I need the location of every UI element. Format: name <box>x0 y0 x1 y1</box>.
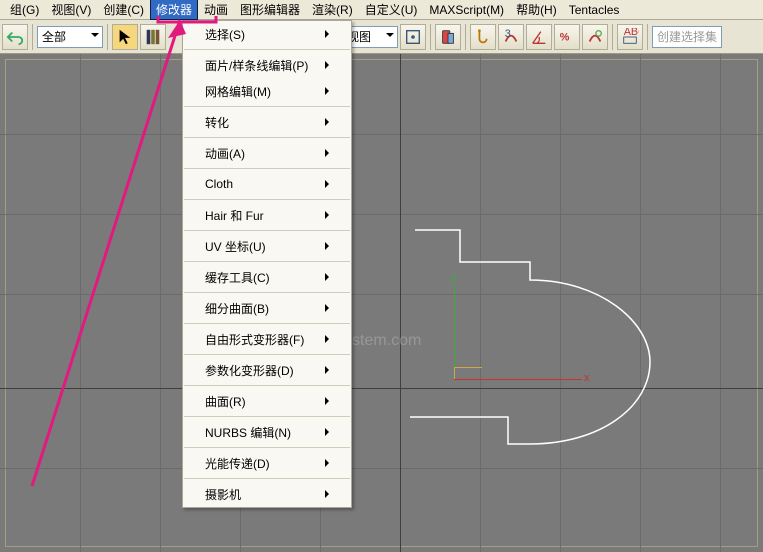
chevron-right-icon <box>325 366 333 374</box>
chevron-right-icon <box>325 304 333 312</box>
dd-nurbs-edit[interactable]: NURBS 编辑(N) <box>183 419 351 445</box>
grid-line <box>720 54 721 552</box>
toolbar-separator <box>32 24 33 50</box>
gizmo-xy-plane[interactable] <box>454 367 482 379</box>
menu-customize[interactable]: 自定义(U) <box>359 0 424 20</box>
toolbar-separator <box>430 24 431 50</box>
chevron-right-icon <box>325 273 333 281</box>
menu-separator <box>184 416 350 417</box>
angle-snap-toggle[interactable] <box>526 24 552 50</box>
dd-select[interactable]: 选择(S) <box>183 21 351 47</box>
named-selection-placeholder: 创建选择集 <box>657 28 717 45</box>
chevron-right-icon <box>325 180 333 188</box>
menu-separator <box>184 478 350 479</box>
menu-separator <box>184 49 350 50</box>
grid-line <box>0 134 763 135</box>
menu-separator <box>184 199 350 200</box>
menu-create[interactable]: 创建(C) <box>97 0 150 20</box>
dd-freeform-deform[interactable]: 自由形式变形器(F) <box>183 326 351 352</box>
menu-modifiers[interactable]: 修改器 <box>150 0 198 20</box>
chevron-right-icon <box>325 459 333 467</box>
drawn-spline <box>400 222 680 452</box>
menu-view[interactable]: 视图(V) <box>45 0 97 20</box>
grid-line <box>160 54 161 552</box>
dd-cloth[interactable]: Cloth <box>183 171 351 197</box>
chevron-right-icon <box>325 335 333 343</box>
dd-parametric-deform[interactable]: 参数化变形器(D) <box>183 357 351 383</box>
toolbar-separator <box>647 24 648 50</box>
chevron-right-icon <box>325 118 333 126</box>
menu-render[interactable]: 渲染(R) <box>306 0 359 20</box>
chevron-right-icon <box>325 490 333 498</box>
menu-help[interactable]: 帮助(H) <box>510 0 563 20</box>
dd-animation[interactable]: 动画(A) <box>183 140 351 166</box>
chevron-right-icon <box>325 61 333 69</box>
menu-maxscript[interactable]: MAXScript(M) <box>423 1 510 19</box>
dd-radiosity[interactable]: 光能传递(D) <box>183 450 351 476</box>
menubar: 组(G) 视图(V) 创建(C) 修改器 动画 图形编辑器 渲染(R) 自定义(… <box>0 0 763 20</box>
chevron-right-icon <box>325 149 333 157</box>
menu-separator <box>184 168 350 169</box>
dd-mesh-edit[interactable]: 网格编辑(M) <box>183 78 351 104</box>
dd-uv-coords[interactable]: UV 坐标(U) <box>183 233 351 259</box>
selection-filter-dropdown[interactable]: 全部 <box>37 26 103 48</box>
chevron-right-icon <box>325 242 333 250</box>
gizmo-y-label: y <box>451 272 457 284</box>
undo-button[interactable] <box>2 24 28 50</box>
dd-convert[interactable]: 转化 <box>183 109 351 135</box>
menu-separator <box>184 354 350 355</box>
chevron-right-icon <box>325 211 333 219</box>
chevron-right-icon <box>325 87 333 95</box>
svg-text:3: 3 <box>505 28 511 40</box>
spinner-snap-toggle[interactable] <box>582 24 608 50</box>
menu-tentacles[interactable]: Tentacles <box>563 1 626 19</box>
select-cursor-button[interactable] <box>112 24 138 50</box>
grid-line <box>0 468 763 469</box>
menu-group[interactable]: 组(G) <box>4 0 45 20</box>
color-swatch-button[interactable] <box>140 24 166 50</box>
gizmo-x-axis[interactable] <box>454 379 582 380</box>
pivot-button[interactable] <box>400 24 426 50</box>
dd-cache-tools[interactable]: 缓存工具(C) <box>183 264 351 290</box>
menu-separator <box>184 447 350 448</box>
modifiers-dropdown: 选择(S) 面片/样条线编辑(P) 网格编辑(M) 转化 动画(A) Cloth… <box>182 20 352 508</box>
selection-filter-label: 全部 <box>42 28 66 45</box>
dd-camera[interactable]: 摄影机 <box>183 481 351 507</box>
dd-patch-spline-edit[interactable]: 面片/样条线编辑(P) <box>183 52 351 78</box>
menu-separator <box>184 261 350 262</box>
chevron-right-icon <box>325 30 333 38</box>
named-selection-icon[interactable]: ABC <box>617 24 643 50</box>
menu-separator <box>184 385 350 386</box>
menu-animation[interactable]: 动画 <box>198 0 234 20</box>
chevron-right-icon <box>325 397 333 405</box>
viewport[interactable]: x y GXI网 stem.com <box>0 54 763 552</box>
toolbar: 全部 视图 3 % ABC 创建选择集 <box>0 20 763 54</box>
chevron-right-icon <box>325 428 333 436</box>
named-selection-input[interactable]: 创建选择集 <box>652 26 722 48</box>
dd-surface[interactable]: 曲面(R) <box>183 388 351 414</box>
svg-text:%: % <box>560 31 570 43</box>
toolbar-separator <box>107 24 108 50</box>
gizmo-y-axis[interactable] <box>454 286 455 379</box>
dd-subdivision[interactable]: 细分曲面(B) <box>183 295 351 321</box>
toolbar-separator <box>465 24 466 50</box>
gizmo-x-label: x <box>584 372 590 384</box>
toolbar-separator <box>612 24 613 50</box>
menu-separator <box>184 292 350 293</box>
menu-separator <box>184 323 350 324</box>
menu-separator <box>184 230 350 231</box>
snap-toggle[interactable]: 3 <box>498 24 524 50</box>
menu-separator <box>184 106 350 107</box>
grid-line <box>80 54 81 552</box>
keyboard-shortcut-toggle[interactable] <box>470 24 496 50</box>
dd-hair-fur[interactable]: Hair 和 Fur <box>183 202 351 228</box>
percent-snap-toggle[interactable]: % <box>554 24 580 50</box>
grid-line <box>0 214 763 215</box>
select-and-manipulate-button[interactable] <box>435 24 461 50</box>
menu-separator <box>184 137 350 138</box>
menu-graph-editors[interactable]: 图形编辑器 <box>234 0 306 20</box>
